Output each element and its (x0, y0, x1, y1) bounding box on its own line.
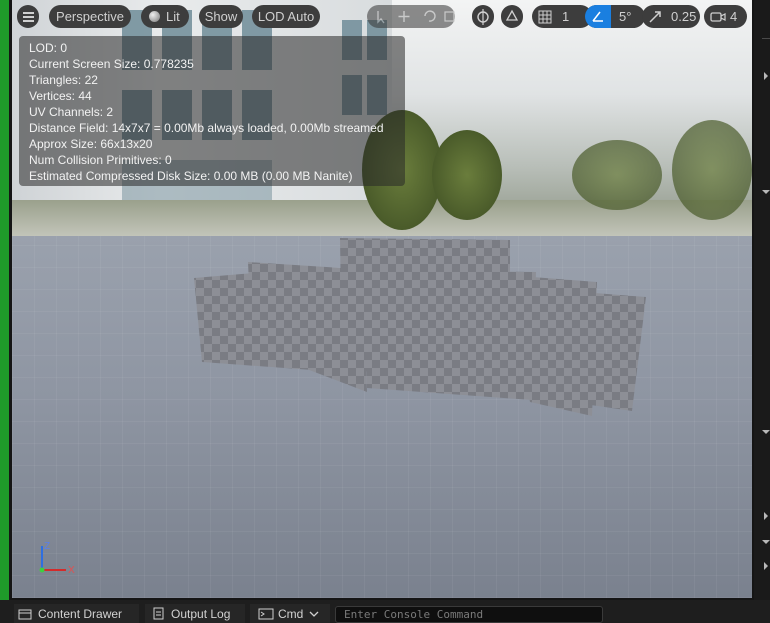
lod-label: LOD Auto (257, 9, 315, 24)
cmd-dropdown[interactable]: Cmd (250, 604, 330, 623)
grid-snap-value: 1 (562, 9, 570, 24)
output-log-button[interactable]: Output Log (145, 604, 245, 623)
output-log-icon (153, 607, 164, 620)
angle-icon (585, 5, 611, 28)
transform-tools-group (367, 5, 455, 28)
stat-disk-size: Estimated Compressed Disk Size: 0.00 MB … (29, 169, 353, 183)
scale-snap-control[interactable]: 0.25 (642, 5, 700, 28)
cmd-label: Cmd (278, 606, 304, 621)
rotate-icon (424, 10, 436, 22)
output-log-label: Output Log (171, 606, 231, 621)
axis-gizmo: Z X (39, 541, 75, 576)
perspective-label: Perspective (56, 9, 124, 24)
expand-arrow-icon[interactable] (764, 512, 768, 520)
stats-overlay: LOD: 0 Current Screen Size: 0.778235 Tri… (19, 36, 405, 186)
z-axis-label: Z (44, 541, 50, 552)
stat-triangles: Triangles: 22 (29, 73, 98, 87)
select-icon (377, 11, 385, 24)
x-axis-label: X (68, 565, 75, 576)
grid-icon (538, 10, 552, 23)
lit-button[interactable]: Lit (141, 5, 189, 28)
content-drawer-button[interactable]: Content Drawer (14, 604, 139, 623)
camera-speed-value: 4 (730, 9, 738, 24)
show-label: Show (204, 9, 238, 24)
sphere-icon (149, 11, 160, 22)
move-icon (398, 11, 410, 22)
collapse-arrow-icon[interactable] (762, 190, 770, 194)
rotation-snap-value: 5° (619, 9, 632, 24)
stat-screen-size: Current Screen Size: 0.778235 (29, 57, 194, 71)
camera-speed-control[interactable]: 4 (704, 5, 747, 28)
details-panel-edge (754, 0, 770, 600)
stat-uv-channels: UV Channels: 2 (29, 105, 114, 119)
perspective-button[interactable]: Perspective (49, 5, 131, 28)
expand-arrow-icon[interactable] (764, 72, 768, 80)
checker-plane-mesh (194, 268, 312, 370)
stat-lod: LOD: 0 (29, 41, 68, 55)
show-button[interactable]: Show (199, 5, 243, 28)
surface-snap-button[interactable] (501, 5, 523, 28)
expand-arrow-icon[interactable] (764, 562, 768, 570)
stat-vertices: Vertices: 44 (29, 89, 92, 103)
stat-distance-field: Distance Field: 14x7x7 = 0.00Mb always l… (29, 121, 384, 135)
viewport-menu-button[interactable] (17, 5, 39, 28)
stat-approx-size: Approx Size: 66x13x20 (29, 137, 153, 151)
content-drawer-label: Content Drawer (38, 606, 123, 621)
scale-icon (444, 11, 455, 22)
chevron-down-icon (309, 611, 319, 617)
stat-collision-primitives: Num Collision Primitives: 0 (29, 153, 172, 167)
y-axis-icon (39, 567, 45, 573)
camera-icon (710, 11, 726, 22)
rotation-snap-control[interactable]: 5° (585, 5, 645, 28)
scale-snap-icon (649, 10, 661, 23)
lod-button[interactable]: LOD Auto (252, 5, 320, 28)
world-local-toggle-button[interactable] (472, 5, 494, 28)
console-command-input[interactable] (335, 606, 603, 623)
collapse-arrow-icon[interactable] (762, 430, 770, 434)
scale-snap-value: 0.25 (671, 9, 697, 24)
level-viewport[interactable]: LOD: 0 Current Screen Size: 0.778235 Tri… (12, 0, 752, 598)
terminal-icon (258, 608, 274, 619)
lit-label: Lit (166, 9, 180, 24)
collapse-arrow-icon[interactable] (762, 540, 770, 544)
content-drawer-icon (18, 609, 32, 619)
left-edge-strip (0, 0, 9, 600)
panel-divider (762, 38, 770, 39)
surface-snap-icon (505, 9, 519, 21)
checker-plane-mesh (582, 292, 646, 411)
grid-snap-control[interactable]: 1 (532, 5, 592, 28)
